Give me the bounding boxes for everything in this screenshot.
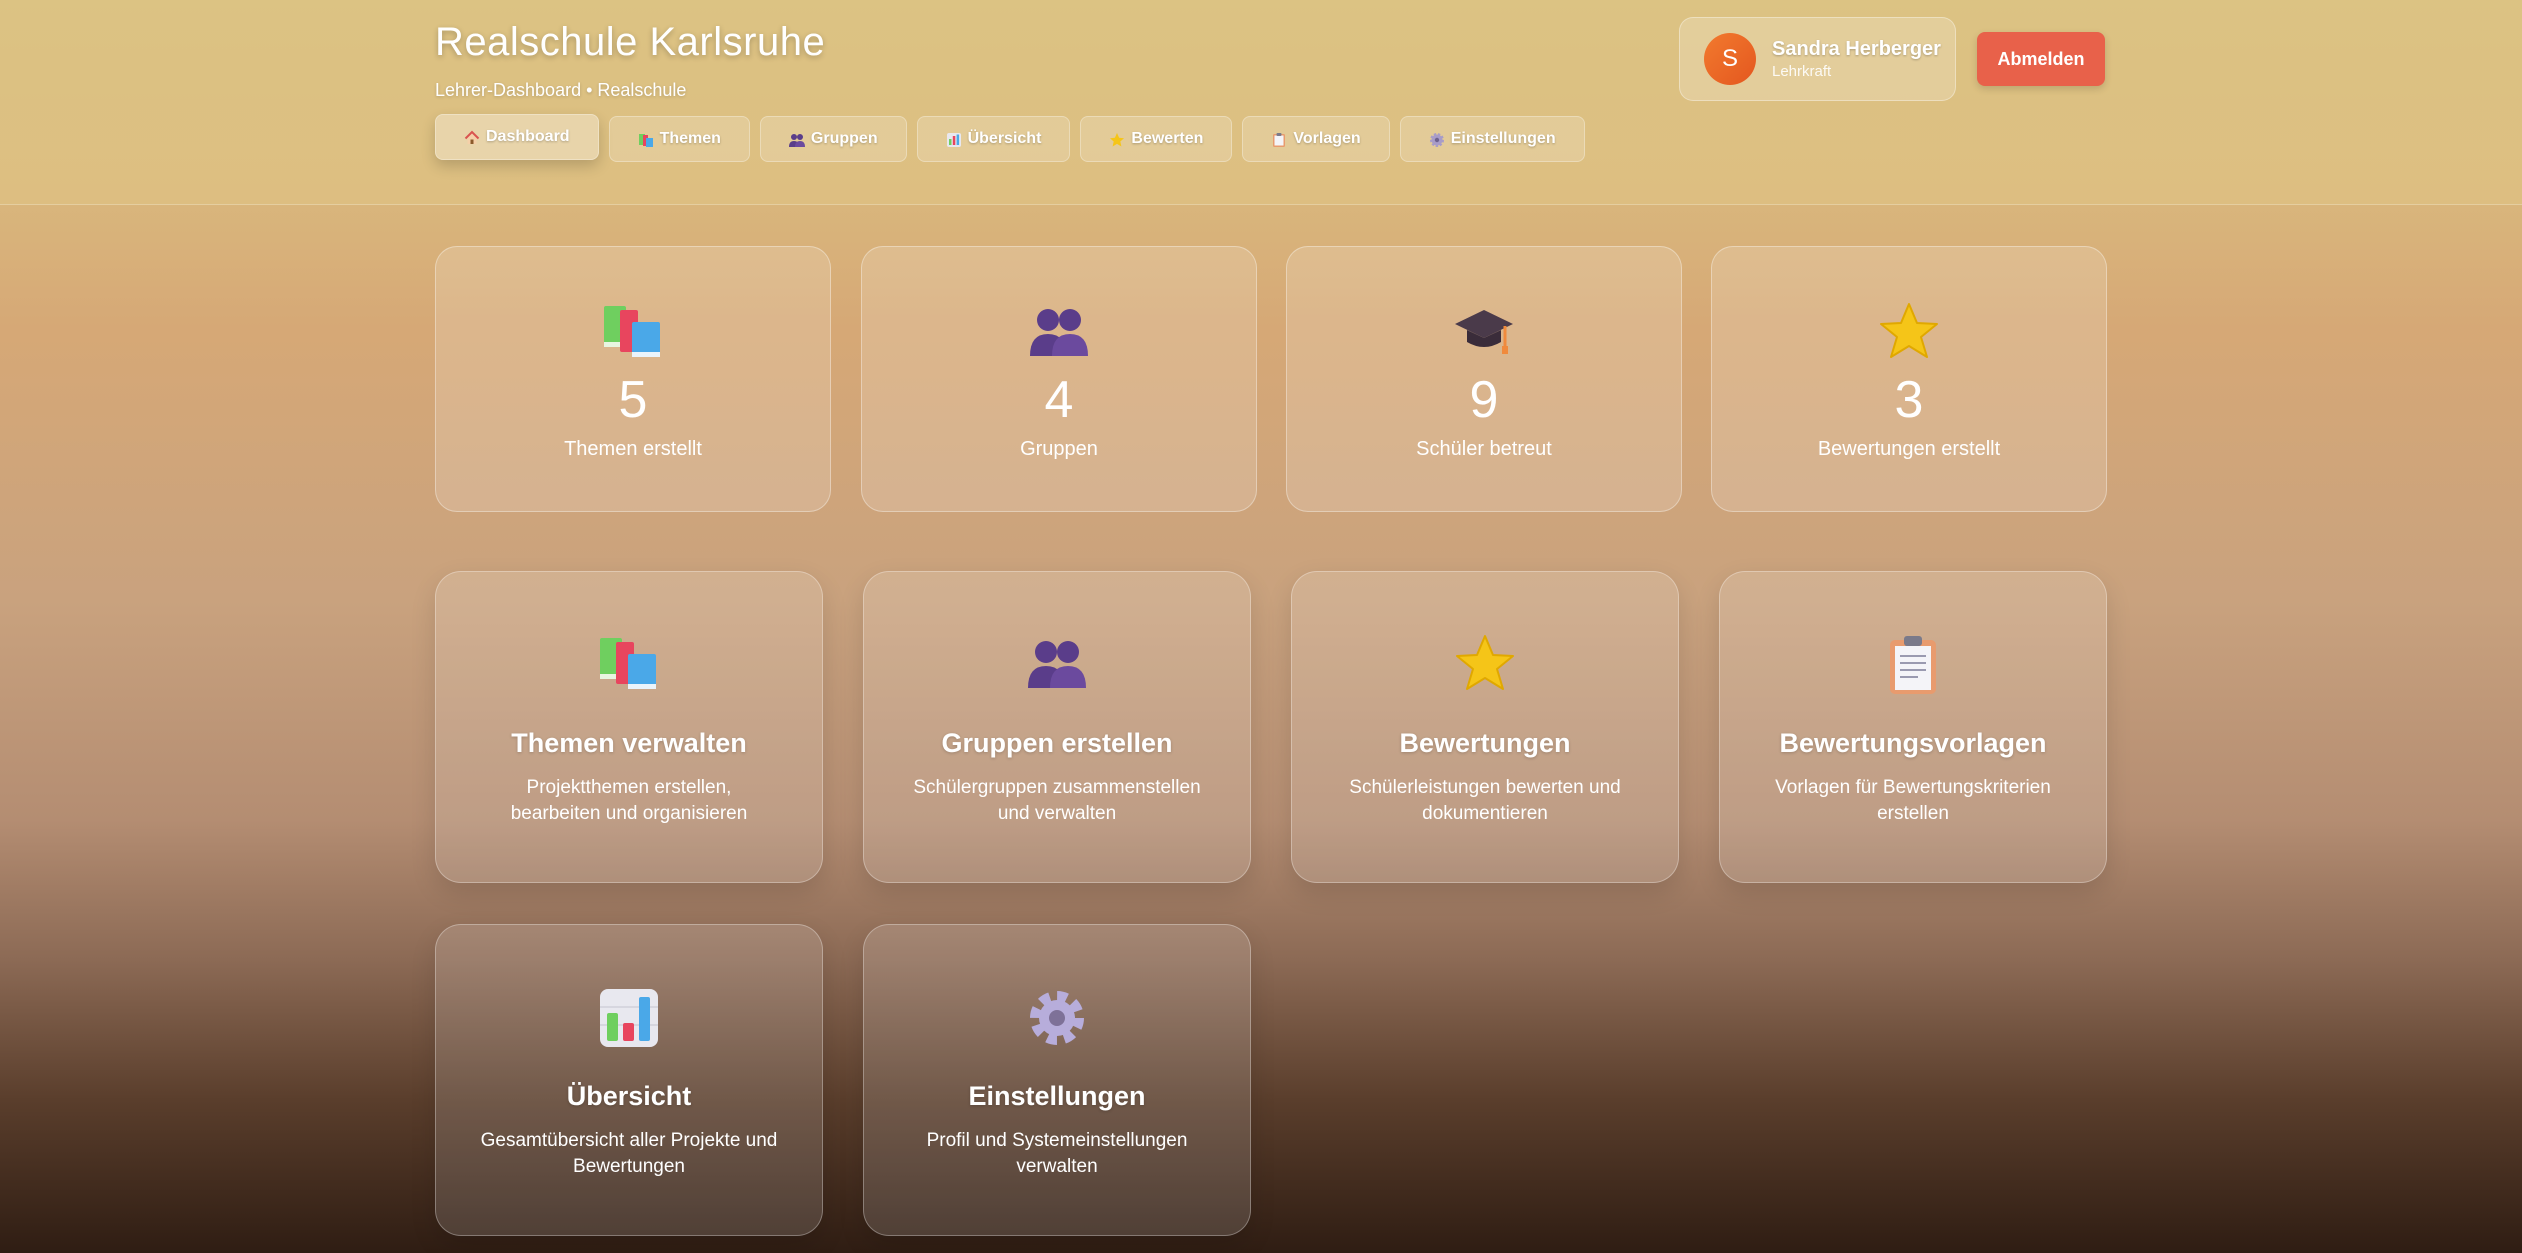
stat-value: 5: [618, 371, 648, 429]
graduation-cap-icon: [1287, 302, 1681, 362]
stat-card-gruppen: 4 Gruppen: [861, 246, 1257, 512]
clipboard-icon: [1271, 130, 1287, 147]
user-card[interactable]: S Sandra Herberger Lehrkraft: [1679, 17, 1956, 101]
star-icon: [1712, 302, 2106, 362]
gear-icon: [864, 987, 1250, 1051]
stat-card-schueler: 9 Schüler betreut: [1286, 246, 1682, 512]
card-description: Schülerleistungen bewerten und dokumenti…: [1349, 777, 1621, 824]
books-icon: [436, 634, 822, 698]
nav-themen[interactable]: Themen: [608, 116, 750, 162]
nav-bewerten-label: Bewerten: [1131, 130, 1204, 147]
nav-vorlagen[interactable]: Vorlagen: [1242, 116, 1390, 162]
nav-uebersicht[interactable]: Übersicht: [916, 116, 1071, 162]
card-title: Bewertungsvorlagen: [1779, 728, 2047, 758]
stat-value: 3: [1894, 371, 1924, 429]
star-icon: [1292, 634, 1678, 698]
user-info: Sandra Herberger Lehrkraft: [1772, 38, 1941, 80]
avatar: S: [1704, 33, 1756, 85]
nav-gruppen-label: Gruppen: [810, 130, 878, 147]
nav-dashboard[interactable]: Dashboard: [435, 114, 599, 160]
card-title: Themen verwalten: [511, 728, 747, 758]
stat-value: 4: [1044, 371, 1074, 429]
nav-themen-label: Themen: [659, 130, 721, 147]
header: Realschule Karlsruhe Lehrer-Dashboard • …: [0, 0, 2522, 205]
bar-chart-icon: [436, 987, 822, 1051]
house-icon: [464, 128, 480, 145]
card-description: Projektthemen erstellen, bearbeiten und …: [510, 777, 748, 824]
nav-uebersicht-label: Übersicht: [967, 130, 1042, 147]
books-icon: [638, 130, 654, 147]
card-bewertungen[interactable]: Bewertungen Schülerleistungen bewerten u…: [1291, 571, 1679, 883]
books-icon: [436, 302, 830, 362]
card-title: Gruppen erstellen: [941, 728, 1173, 758]
card-title: Einstellungen: [968, 1081, 1146, 1111]
people-icon: [862, 302, 1256, 362]
nav-einstellungen[interactable]: Einstellungen: [1399, 116, 1585, 162]
gear-icon: [1429, 130, 1445, 147]
stat-label: Bewertungen erstellt: [1817, 438, 2001, 460]
stat-label: Gruppen: [1020, 438, 1098, 460]
stat-card-bewertungen: 3 Bewertungen erstellt: [1711, 246, 2107, 512]
people-icon: [864, 634, 1250, 698]
card-description: Gesamtübersicht aller Projekte und Bewer…: [480, 1130, 778, 1177]
card-themen-verwalten[interactable]: Themen verwalten Projektthemen erstellen…: [435, 571, 823, 883]
card-title: Übersicht: [566, 1081, 692, 1111]
logout-button[interactable]: Abmelden: [1977, 32, 2105, 86]
main-nav: Dashboard Themen Gruppen Übersicht Bewer…: [435, 114, 1585, 162]
nav-vorlagen-label: Vorlagen: [1293, 130, 1361, 147]
card-description: Profil und Systemeinstellungen verwalten: [926, 1130, 1188, 1177]
nav-gruppen[interactable]: Gruppen: [759, 116, 907, 162]
nav-bewerten[interactable]: Bewerten: [1080, 116, 1233, 162]
people-icon: [788, 130, 805, 147]
card-description: Schülergruppen zusammenstellen und verwa…: [913, 777, 1201, 824]
card-title: Bewertungen: [1399, 728, 1571, 758]
stat-label: Themen erstellt: [564, 438, 702, 460]
card-bewertungsvorlagen[interactable]: Bewertungsvorlagen Vorlagen für Bewertun…: [1719, 571, 2107, 883]
card-uebersicht[interactable]: Übersicht Gesamtübersicht aller Projekte…: [435, 924, 823, 1236]
page-title: Realschule Karlsruhe: [435, 20, 826, 64]
card-gruppen-erstellen[interactable]: Gruppen erstellen Schülergruppen zusamme…: [863, 571, 1251, 883]
clipboard-icon: [1720, 634, 2106, 698]
card-einstellungen[interactable]: Einstellungen Profil und Systemeinstellu…: [863, 924, 1251, 1236]
star-icon: [1109, 130, 1125, 147]
stat-label: Schüler betreut: [1416, 438, 1552, 460]
card-description: Vorlagen für Bewertungskriterien erstell…: [1775, 777, 2051, 824]
stat-card-themen: 5 Themen erstellt: [435, 246, 831, 512]
stat-value: 9: [1469, 371, 1499, 429]
nav-einstellungen-label: Einstellungen: [1450, 130, 1556, 147]
page-subtitle: Lehrer-Dashboard • Realschule: [435, 80, 687, 100]
bar-chart-icon: [946, 130, 962, 147]
nav-dashboard-label: Dashboard: [486, 128, 570, 145]
user-name: Sandra Herberger: [1772, 38, 1941, 60]
user-role: Lehrkraft: [1772, 63, 1832, 80]
